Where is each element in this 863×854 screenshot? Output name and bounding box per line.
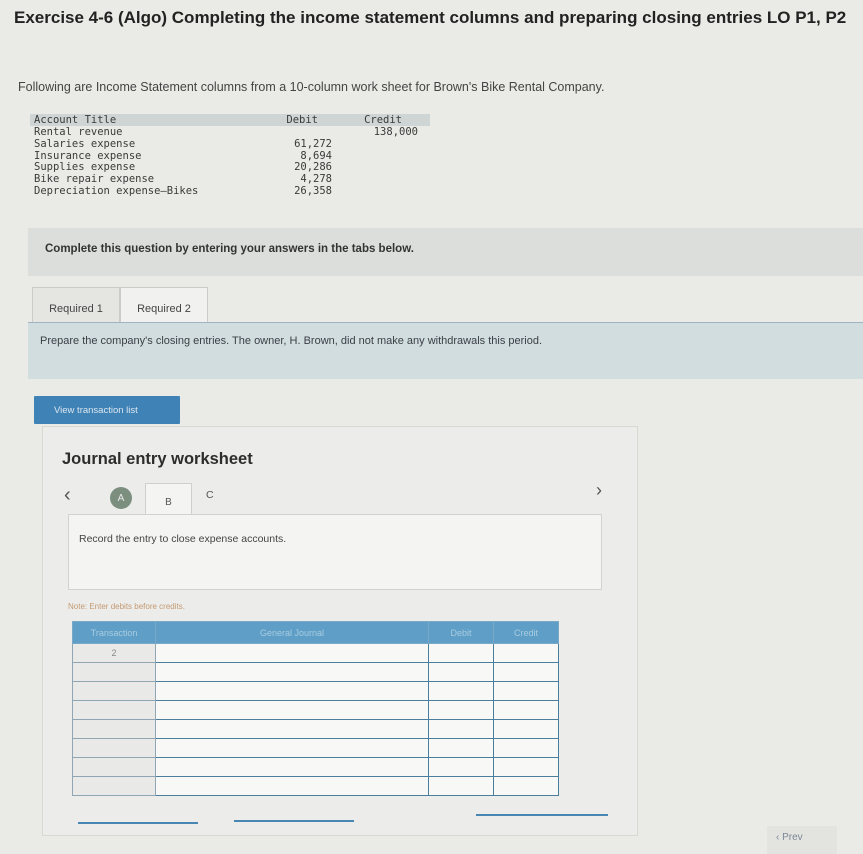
journal-row: 2 <box>72 643 559 663</box>
debit-value: 8,694 <box>300 149 332 162</box>
work-sheet-row: Rental revenue 138,000 <box>30 126 430 138</box>
action-underline[interactable] <box>476 814 608 816</box>
account-title: Rental revenue <box>34 126 123 138</box>
general-journal-input[interactable] <box>155 700 429 720</box>
general-journal-input[interactable] <box>155 681 429 701</box>
credit-input[interactable] <box>493 719 559 739</box>
credit-input[interactable] <box>493 700 559 720</box>
debit-input[interactable] <box>428 681 494 701</box>
work-sheet-row: Salaries expense 61,272 <box>30 138 430 150</box>
general-journal-input[interactable] <box>155 719 429 739</box>
intro-text: Following are Income Statement columns f… <box>18 80 605 94</box>
header-account: Account Title <box>34 114 117 126</box>
col-transaction: Transaction <box>72 621 156 644</box>
prompt-text: Prepare the company's closing entries. T… <box>40 335 543 347</box>
general-journal-input[interactable] <box>155 757 429 777</box>
action-underline[interactable] <box>78 822 198 824</box>
general-journal-input[interactable] <box>155 643 429 663</box>
debit-input[interactable] <box>428 738 494 758</box>
col-debit: Debit <box>428 621 494 644</box>
account-title: Depreciation expense—Bikes <box>34 184 199 197</box>
journal-row <box>72 662 559 682</box>
work-sheet-row: Supplies expense 20,286 <box>30 161 430 173</box>
action-underline[interactable] <box>234 820 354 822</box>
work-sheet-row: Bike repair expense 4,278 <box>30 173 430 185</box>
entry-instruction-text: Record the entry to close expense accoun… <box>79 533 287 545</box>
account-title: Insurance expense <box>34 149 142 162</box>
transaction-cell <box>72 776 156 796</box>
transaction-cell: 2 <box>72 643 156 663</box>
instructions-banner: Complete this question by entering your … <box>28 228 863 276</box>
credit-input[interactable] <box>493 662 559 682</box>
note-text: Note: Enter debits before credits. <box>68 602 185 611</box>
journal-row <box>72 757 559 777</box>
header-credit: Credit <box>364 114 402 126</box>
journal-row <box>72 738 559 758</box>
debit-input[interactable] <box>428 700 494 720</box>
journal-row <box>72 700 559 720</box>
debit-input[interactable] <box>428 643 494 663</box>
journal-row <box>72 719 559 739</box>
debit-input[interactable] <box>428 757 494 777</box>
debit-value: 61,272 <box>294 137 332 150</box>
work-sheet-header: Account Title Debit Credit <box>30 114 430 126</box>
journal-table: Transaction General Journal Debit Credit… <box>72 621 559 796</box>
col-general-journal: General Journal <box>155 621 429 644</box>
debit-input[interactable] <box>428 719 494 739</box>
general-journal-input[interactable] <box>155 776 429 796</box>
general-journal-input[interactable] <box>155 738 429 758</box>
debit-value: 26,358 <box>294 184 332 197</box>
chevron-right-icon[interactable]: › <box>596 480 602 501</box>
step-a[interactable]: A <box>110 487 132 509</box>
credit-input[interactable] <box>493 757 559 777</box>
credit-input[interactable] <box>493 643 559 663</box>
step-c[interactable]: C <box>206 489 214 501</box>
debit-input[interactable] <box>428 662 494 682</box>
prompt-banner: Prepare the company's closing entries. T… <box>28 323 863 379</box>
debit-input[interactable] <box>428 776 494 796</box>
col-credit: Credit <box>493 621 559 644</box>
credit-value: 138,000 <box>373 126 418 138</box>
journal-worksheet-title: Journal entry worksheet <box>62 450 253 468</box>
debit-value: 20,286 <box>294 161 332 174</box>
header-debit: Debit <box>286 114 318 126</box>
prev-button[interactable]: ‹ Prev <box>776 832 803 843</box>
prev-label: Prev <box>782 832 803 843</box>
entry-instruction-box: Record the entry to close expense accoun… <box>68 514 602 590</box>
transaction-cell <box>72 738 156 758</box>
transaction-cell <box>72 681 156 701</box>
page-title: Exercise 4-6 (Algo) Completing the incom… <box>14 8 847 27</box>
credit-input[interactable] <box>493 776 559 796</box>
chevron-left-icon[interactable]: ‹ <box>64 484 71 507</box>
account-title: Supplies expense <box>34 161 136 174</box>
view-transaction-list-button[interactable]: View transaction list <box>34 396 180 424</box>
account-title: Bike repair expense <box>34 173 155 186</box>
debit-value: 4,278 <box>300 173 332 186</box>
work-sheet-row: Depreciation expense—Bikes 26,358 <box>30 185 430 197</box>
credit-input[interactable] <box>493 681 559 701</box>
transaction-cell <box>72 662 156 682</box>
transaction-cell <box>72 719 156 739</box>
journal-row <box>72 681 559 701</box>
account-title: Salaries expense <box>34 137 136 150</box>
journal-row <box>72 776 559 796</box>
work-sheet-row: Insurance expense 8,694 <box>30 150 430 162</box>
work-sheet-table: Account Title Debit Credit Rental revenu… <box>30 114 430 197</box>
general-journal-input[interactable] <box>155 662 429 682</box>
instructions-text: Complete this question by entering your … <box>45 243 414 255</box>
credit-input[interactable] <box>493 738 559 758</box>
transaction-cell <box>72 700 156 720</box>
transaction-cell <box>72 757 156 777</box>
